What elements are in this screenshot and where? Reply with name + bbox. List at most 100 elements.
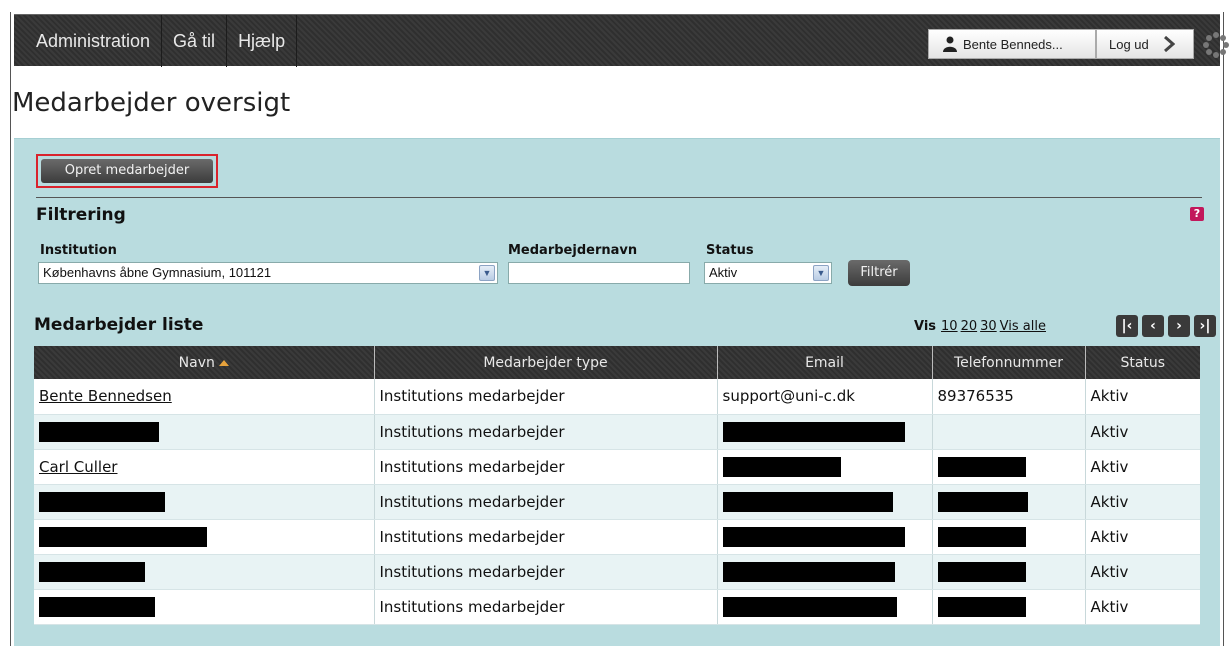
previous-page-icon[interactable]: ‹	[1142, 315, 1164, 337]
cell-status: Aktiv	[1085, 554, 1200, 590]
employee-table: Navn Medarbejder type Email Telefonnumme…	[34, 346, 1200, 625]
status-select[interactable]: Aktiv ▼	[704, 262, 832, 284]
cell-name[interactable]	[34, 484, 375, 520]
cell-phone	[932, 519, 1086, 555]
cell-name[interactable]	[34, 589, 375, 625]
page-size-selector: Vis 10 20 30 Vis alle	[914, 319, 1046, 334]
cell-status: Aktiv	[1085, 519, 1200, 555]
redacted-email	[722, 561, 895, 582]
redacted-phone	[937, 491, 1028, 512]
employee-name-link[interactable]: Carl Culler	[39, 458, 117, 476]
cell-phone: 89376535	[932, 379, 1086, 415]
page-size-20[interactable]: 20	[961, 319, 978, 334]
page-size-10[interactable]: 10	[941, 319, 958, 334]
cell-type: Institutions medarbejder	[374, 449, 718, 485]
cell-email: support@uni-c.dk	[717, 379, 933, 415]
institution-selected-value: Københavns åbne Gymnasium, 101121	[43, 265, 272, 280]
last-page-icon[interactable]: ›|	[1194, 315, 1216, 337]
main-menu: Administration Gå til Hjælp	[14, 15, 298, 67]
cell-name[interactable]	[34, 519, 375, 555]
chevron-down-icon[interactable]: ▼	[813, 265, 829, 281]
table-row[interactable]: Institutions medarbejder Aktiv	[34, 414, 1200, 450]
logout-label: Log ud	[1109, 36, 1149, 52]
cell-email	[717, 414, 933, 450]
institution-label: Institution	[40, 243, 117, 258]
cell-email	[717, 519, 933, 555]
column-header-phone[interactable]: Telefonnummer	[932, 346, 1086, 379]
column-header-status[interactable]: Status	[1085, 346, 1200, 379]
page-size-30[interactable]: 30	[980, 319, 997, 334]
filter-heading: Filtrering	[36, 205, 126, 225]
status-label: Status	[706, 243, 754, 258]
chevron-down-icon[interactable]: ▼	[479, 265, 495, 281]
table-row[interactable]: Institutions medarbejder Aktiv	[34, 554, 1200, 590]
page-size-all[interactable]: Vis alle	[1000, 319, 1046, 334]
cell-email	[717, 484, 933, 520]
table-row[interactable]: Institutions medarbejder Aktiv	[34, 519, 1200, 555]
first-page-icon[interactable]: |‹	[1116, 315, 1138, 337]
redacted-phone	[937, 596, 1026, 617]
column-header-email[interactable]: Email	[717, 346, 933, 379]
cell-name[interactable]	[34, 554, 375, 590]
table-header-row: Navn Medarbejder type Email Telefonnumme…	[34, 346, 1200, 379]
user-profile-button[interactable]: Bente Benneds...	[928, 29, 1096, 59]
top-navigation-bar: Administration Gå til Hjælp Bente Benned…	[14, 14, 1229, 67]
cell-name[interactable]	[34, 414, 375, 450]
cell-phone	[932, 414, 1086, 450]
cell-type: Institutions medarbejder	[374, 519, 718, 555]
employee-name-label: Medarbejdernavn	[508, 243, 638, 258]
column-header-label: Navn	[178, 354, 215, 371]
institution-select[interactable]: Københavns åbne Gymnasium, 101121 ▼	[38, 262, 498, 284]
cell-email	[717, 554, 933, 590]
help-icon[interactable]: ?	[1190, 207, 1204, 221]
table-row[interactable]: Institutions medarbejder Aktiv	[34, 589, 1200, 625]
redacted-name	[39, 561, 145, 582]
user-icon	[943, 36, 957, 52]
cell-name[interactable]: Bente Bennedsen	[34, 379, 375, 415]
cell-status: Aktiv	[1085, 589, 1200, 625]
cell-status: Aktiv	[1085, 379, 1200, 415]
cell-email	[717, 589, 933, 625]
redacted-name	[39, 526, 207, 547]
table-row[interactable]: Bente Bennedsen Institutions medarbejder…	[34, 379, 1200, 415]
table-row[interactable]: Carl Culler Institutions medarbejder Akt…	[34, 449, 1200, 485]
cell-type: Institutions medarbejder	[374, 589, 718, 625]
employee-name-input[interactable]	[508, 262, 690, 284]
redacted-phone	[937, 456, 1026, 477]
create-button-highlight: Opret medarbejder	[36, 154, 218, 188]
content-panel: Opret medarbejder Filtrering ? Instituti…	[14, 138, 1220, 646]
cell-status: Aktiv	[1085, 414, 1200, 450]
redacted-phone	[937, 526, 1026, 547]
divider	[36, 197, 1202, 198]
loading-spinner-icon	[1203, 32, 1229, 58]
cell-status: Aktiv	[1085, 449, 1200, 485]
filter-button[interactable]: Filtrér	[848, 260, 910, 286]
page-size-label: Vis	[914, 319, 937, 334]
menu-item-hjaelp[interactable]: Hjælp	[227, 15, 298, 67]
column-header-navn[interactable]: Navn	[34, 346, 375, 379]
menu-item-ga-til[interactable]: Gå til	[162, 15, 228, 67]
cell-name[interactable]: Carl Culler	[34, 449, 375, 485]
chevron-right-icon	[1163, 36, 1175, 52]
cell-phone	[932, 589, 1086, 625]
redacted-name	[39, 421, 159, 442]
page-title: Medarbejder oversigt	[12, 88, 291, 118]
next-page-icon[interactable]: ›	[1168, 315, 1190, 337]
create-employee-button[interactable]: Opret medarbejder	[41, 159, 213, 183]
user-name: Bente Benneds...	[963, 36, 1063, 52]
sort-ascending-icon	[218, 359, 229, 366]
cell-type: Institutions medarbejder	[374, 484, 718, 520]
redacted-email	[722, 421, 905, 442]
cell-type: Institutions medarbejder	[374, 414, 718, 450]
logout-button[interactable]: Log ud	[1096, 29, 1194, 59]
table-row[interactable]: Institutions medarbejder Aktiv	[34, 484, 1200, 520]
redacted-name	[39, 491, 165, 512]
status-selected-value: Aktiv	[709, 265, 738, 280]
cell-type: Institutions medarbejder	[374, 554, 718, 590]
employee-name-link[interactable]: Bente Bennedsen	[39, 387, 172, 405]
redacted-email	[722, 596, 897, 617]
cell-phone	[932, 484, 1086, 520]
column-header-type[interactable]: Medarbejder type	[374, 346, 718, 379]
redacted-name	[39, 596, 155, 617]
menu-item-administration[interactable]: Administration	[14, 15, 163, 67]
